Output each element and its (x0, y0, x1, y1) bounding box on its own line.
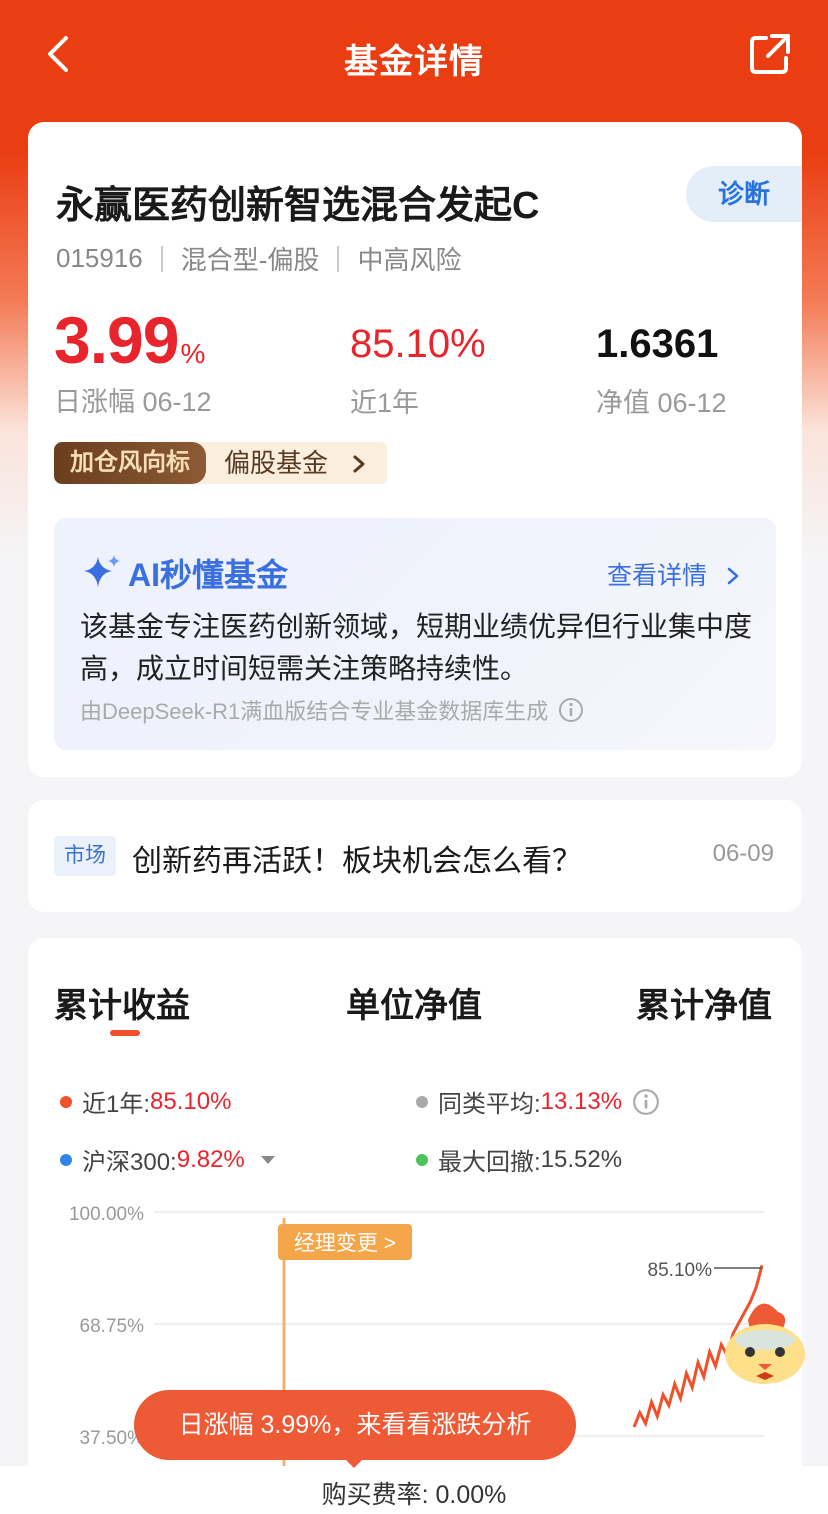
chevron-right-icon (727, 567, 739, 585)
top-bar: 基金详情 (0, 0, 828, 110)
ai-details-link[interactable]: 查看详情 (607, 556, 740, 592)
ai-summary-box: AI秒懂基金 查看详情 该基金专注医药创新领域，短期业绩优异但行业集中度高，成立… (54, 518, 776, 750)
year-return-metric: 85.10% 近1年 (350, 322, 486, 420)
news-card[interactable]: 市场 创新药再活跃！板块机会怎么看？ 06-09 (28, 800, 802, 912)
y-tick-label: 100.00% (69, 1204, 144, 1225)
fee-bar: 购买费率: 0.00% (0, 1466, 828, 1514)
legend-fund: 近1年: 85.10% (60, 1084, 231, 1119)
tab-cumulative-nav[interactable]: 累计净值 (636, 978, 772, 1027)
mascot-icon[interactable] (720, 1290, 810, 1400)
ai-source: 由DeepSeek-R1满血版结合专业基金数据库生成 (80, 694, 584, 726)
tab-cumulative-return[interactable]: 累计收益 (54, 978, 190, 1027)
share-icon[interactable] (748, 32, 792, 76)
news-date: 06-09 (712, 840, 774, 867)
fund-info-card: 永赢医药创新智选混合发起C 诊断 015916 混合型-偏股 中高风险 3.99… (28, 122, 802, 777)
tab-unit-nav[interactable]: 单位净值 (346, 978, 482, 1027)
chevron-right-icon (353, 455, 365, 473)
purchase-fee: 购买费率: 0.00% (321, 1481, 507, 1509)
nav-label: 净值 06-12 (596, 388, 727, 418)
tag-text: 偏股基金 (194, 442, 388, 484)
fund-meta: 015916 混合型-偏股 中高风险 (56, 240, 461, 277)
daily-change-toast[interactable]: 日涨幅 3.99%，来看看涨跌分析 (134, 1390, 576, 1460)
year-return-label: 近1年 (350, 388, 420, 418)
year-return-value: 85.10% (350, 322, 486, 366)
news-title: 创新药再活跃！板块机会怎么看？ (132, 845, 582, 878)
legend-dot (416, 1095, 428, 1108)
legend-index[interactable]: 沪深300: 9.82% (60, 1142, 275, 1177)
divider (160, 245, 163, 272)
nav-metric: 1.6361 净值 06-12 (596, 322, 727, 420)
dropdown-caret-icon (260, 1155, 275, 1164)
daily-change-metric: 3.99% 日涨幅 06-12 (54, 302, 212, 419)
active-tab-indicator (110, 1030, 140, 1036)
fund-code: 015916 (56, 243, 143, 273)
legend-dot (60, 1153, 72, 1166)
end-value-label: 85.10% (648, 1260, 713, 1281)
manager-change-label: 经理变更 > (294, 1232, 396, 1255)
news-tag: 市场 (54, 836, 116, 876)
ai-summary-text: 该基金专注医药创新领域，短期业绩优异但行业集中度高，成立时间短需关注策略持续性。 (80, 611, 753, 684)
nav-value: 1.6361 (596, 322, 719, 366)
toast-pointer (342, 1456, 366, 1468)
tag-badge: 加仓风向标 (54, 442, 206, 484)
legend-dot (60, 1095, 72, 1108)
legend-peer-average: 同类平均: 13.13% (416, 1084, 660, 1119)
daily-change-unit: % (180, 338, 206, 369)
page-title: 基金详情 (344, 43, 484, 81)
ai-title: AI秒懂基金 (82, 550, 288, 596)
legend-dot (416, 1153, 428, 1166)
fund-name: 永赢医药创新智选混合发起C (56, 185, 540, 227)
fund-tag[interactable]: 加仓风向标 偏股基金 (54, 442, 388, 484)
divider (337, 245, 340, 272)
fund-type: 混合型-偏股 (180, 245, 320, 275)
diagnose-button[interactable]: 诊断 (686, 166, 802, 222)
y-tick-label: 68.75% (80, 1316, 145, 1337)
legend-max-drawdown: 最大回撤: 15.52% (416, 1142, 622, 1177)
daily-change-label: 日涨幅 06-12 (54, 387, 212, 417)
sparkle-icon (84, 555, 120, 587)
info-icon[interactable] (558, 697, 584, 723)
fund-risk: 中高风险 (357, 245, 462, 275)
info-icon[interactable] (632, 1088, 660, 1116)
daily-change-value: 3.99 (54, 303, 179, 377)
